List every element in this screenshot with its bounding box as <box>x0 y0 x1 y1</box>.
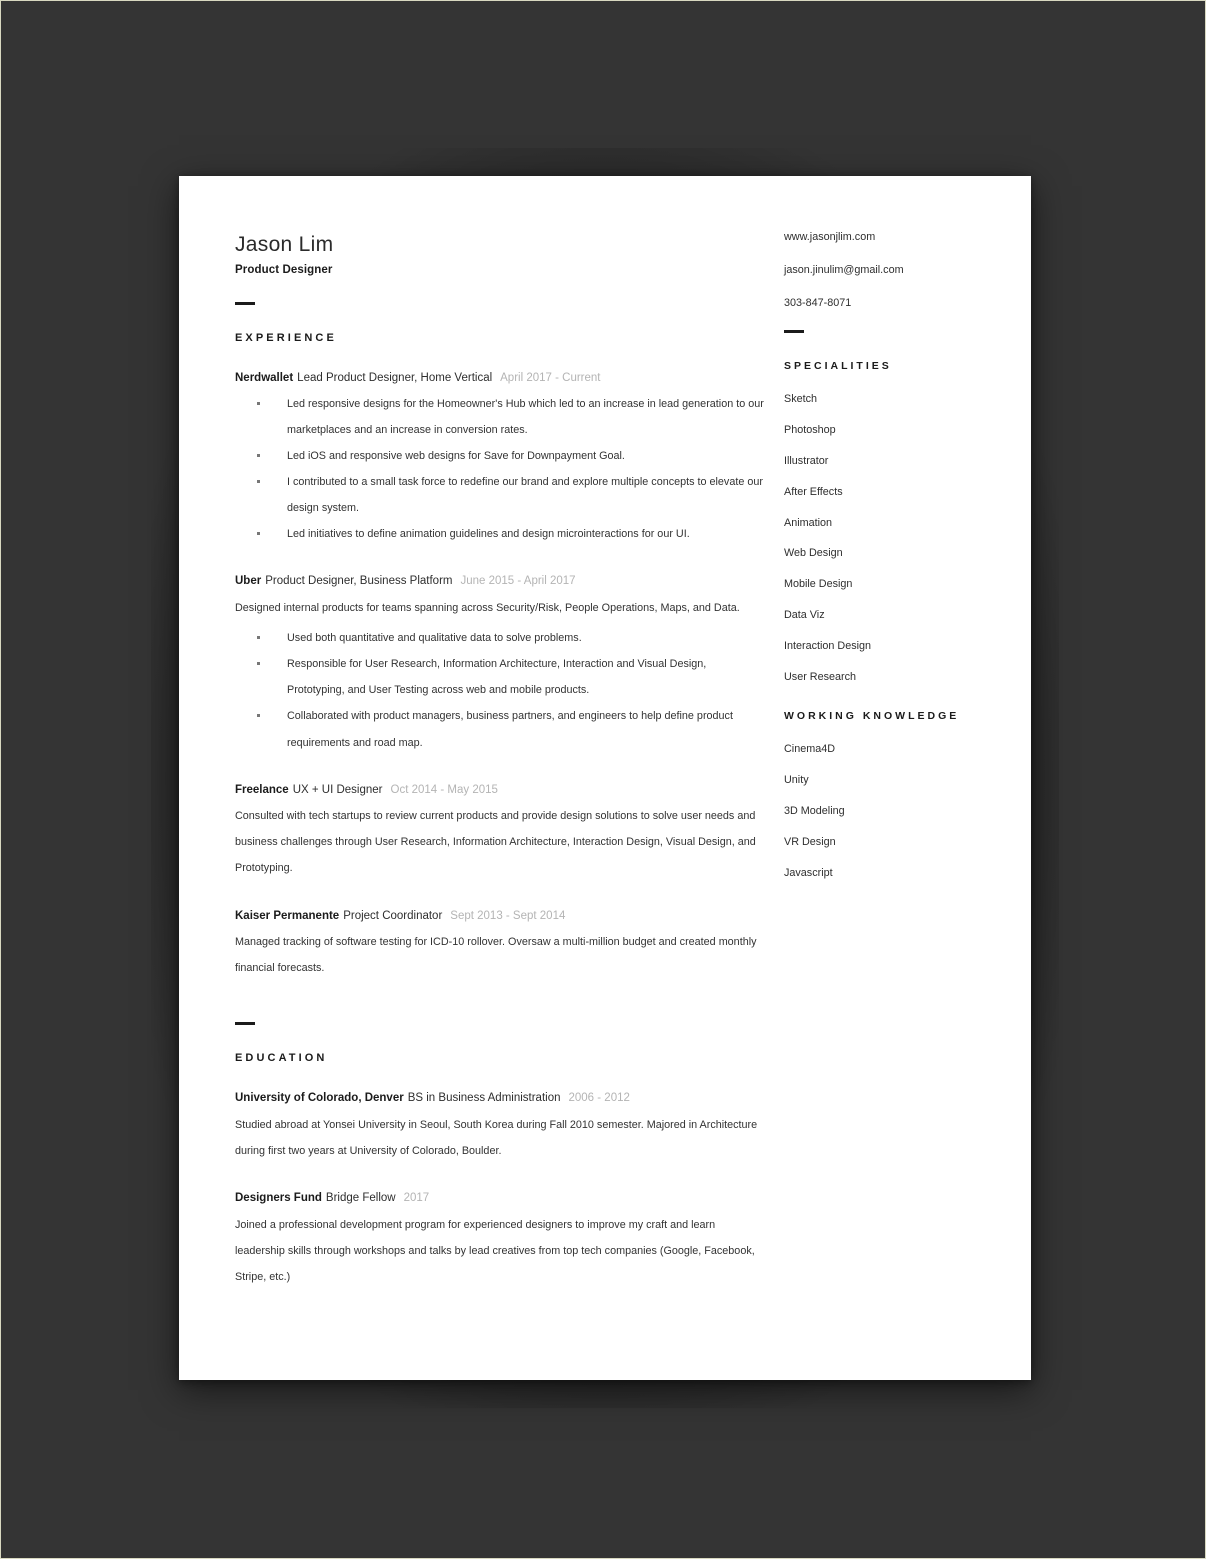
list-item: Web Design <box>784 547 843 560</box>
list-item: Led iOS and responsive web designs for S… <box>235 443 765 469</box>
list-item: 3D Modeling <box>784 804 845 817</box>
entry-bullet-list: Used both quantitative and qualitative d… <box>235 625 765 756</box>
list-item: Animation <box>784 516 833 529</box>
list-item: Javascript <box>784 866 833 879</box>
list-item: Responsible for User Research, Informati… <box>235 651 765 703</box>
entry-dates: Sept 2013 - Sept 2014 <box>450 909 566 922</box>
section-heading-working-knowledge: WORKING KNOWLEDGE <box>784 710 960 723</box>
list-item: Led responsive designs for the Homeowner… <box>235 391 765 443</box>
education-entry: Designers Fund Bridge Fellow 2017 Joined a… <box>235 1191 765 1290</box>
experience-entry: Uber Product Designer, Business Platform J… <box>235 574 765 755</box>
list-item: Photoshop <box>784 424 836 437</box>
entry-heading: Kaiser Permanente Project Coordinator Sept… <box>235 909 765 925</box>
entry-organization: Designers Fund <box>235 1192 322 1205</box>
entry-dates: 2006 - 2012 <box>568 1092 630 1105</box>
list-item: I contributed to a small task force to r… <box>235 469 765 521</box>
entry-bullet-list: Led responsive designs for the Homeowner… <box>235 391 765 548</box>
entry-heading: Nerdwallet Lead Product Designer, Home Ve… <box>235 371 765 387</box>
section-heading-specialities: SPECIALITIES <box>784 360 892 373</box>
entry-description: Managed tracking of software testing for… <box>235 936 757 975</box>
entry-dates: 2017 <box>403 1192 430 1205</box>
section-divider-education <box>235 1022 255 1026</box>
list-item: Led initiatives to define animation guid… <box>235 521 765 547</box>
list-item: Cinema4D <box>784 743 836 756</box>
list-item: Illustrator <box>784 454 829 467</box>
resume-sidebar: www.jasonjlim.com jason.jinulim@gmail.co… <box>784 232 994 878</box>
resume-document: Jason Lim Product Designer EXPERIENCE Ne… <box>179 176 1031 1380</box>
page-title: Jason Lim <box>235 233 334 256</box>
list-item: After Effects <box>784 485 843 498</box>
job-role-subtitle: Product Designer <box>235 264 333 277</box>
entry-organization: Kaiser Permanente <box>235 909 340 922</box>
contact-phone[interactable]: 303-847-8071 <box>784 297 994 309</box>
experience-entry: Freelance UX + UI Designer Oct 2014 - May … <box>235 783 765 882</box>
list-item: VR Design <box>784 835 836 848</box>
contact-block: www.jasonjlim.com jason.jinulim@gmail.co… <box>784 232 994 308</box>
list-item: Mobile Design <box>784 578 853 591</box>
entry-heading: Designers Fund Bridge Fellow 2017 <box>235 1191 765 1207</box>
entry-organization: Uber <box>235 575 262 588</box>
working-knowledge-block: WORKING KNOWLEDGE Cinema4D Unity 3D Mode… <box>784 710 994 878</box>
section-heading-experience: EXPERIENCE <box>235 332 337 345</box>
section-divider-experience <box>235 302 255 306</box>
entry-dates: June 2015 - April 2017 <box>460 575 576 588</box>
contact-email[interactable]: jason.jinulim@gmail.com <box>784 264 994 276</box>
entry-job-title: Product Designer, Business Platform <box>265 575 453 588</box>
entry-heading: Freelance UX + UI Designer Oct 2014 - May … <box>235 783 765 799</box>
list-item: User Research <box>784 670 857 683</box>
entry-organization: Nerdwallet <box>235 372 294 385</box>
entry-organization: Freelance <box>235 783 289 796</box>
entry-degree: BS in Business Administration <box>407 1092 561 1105</box>
entry-job-title: Lead Product Designer, Home Vertical <box>297 372 493 385</box>
entry-job-title: Project Coordinator <box>343 909 443 922</box>
list-item: Unity <box>784 774 809 787</box>
list-item: Data Viz <box>784 608 825 621</box>
section-heading-education: EDUCATION <box>235 1052 328 1065</box>
education-entry: University of Colorado, Denver BS in Busi… <box>235 1091 765 1164</box>
screenshot-canvas: Jason Lim Product Designer EXPERIENCE Ne… <box>0 0 1206 1559</box>
entry-dates: April 2017 - Current <box>500 372 601 385</box>
resume-main-column: Jason Lim Product Designer EXPERIENCE Ne… <box>235 232 765 1290</box>
list-item: Collaborated with product managers, busi… <box>235 703 765 755</box>
entry-description: Studied abroad at Yonsei University in S… <box>235 1118 758 1158</box>
entry-heading: University of Colorado, Denver BS in Busi… <box>235 1091 765 1107</box>
entry-degree: Bridge Fellow <box>325 1192 396 1205</box>
resume-header: Jason Lim Product Designer <box>235 232 765 276</box>
entry-dates: Oct 2014 - May 2015 <box>390 783 498 796</box>
entry-job-title: UX + UI Designer <box>292 783 383 796</box>
entry-description: Joined a professional development progra… <box>235 1218 755 1283</box>
experience-entry: Nerdwallet Lead Product Designer, Home Ve… <box>235 371 765 547</box>
entry-description: Designed internal products for teams spa… <box>235 601 740 614</box>
specialities-list: Sketch Photoshop Illustrator After Effec… <box>784 394 994 682</box>
list-item: Used both quantitative and qualitative d… <box>235 625 765 651</box>
entry-heading: Uber Product Designer, Business Platform J… <box>235 574 765 590</box>
section-divider-specialities <box>784 330 804 334</box>
entry-organization: University of Colorado, Denver <box>235 1092 404 1105</box>
list-item: Interaction Design <box>784 639 872 652</box>
entry-description: Consulted with tech startups to review c… <box>235 810 756 875</box>
contact-website[interactable]: www.jasonjlim.com <box>784 232 994 243</box>
working-knowledge-list: Cinema4D Unity 3D Modeling VR Design Jav… <box>784 744 994 878</box>
experience-entry: Kaiser Permanente Project Coordinator Sept… <box>235 909 765 982</box>
list-item: Sketch <box>784 393 818 406</box>
